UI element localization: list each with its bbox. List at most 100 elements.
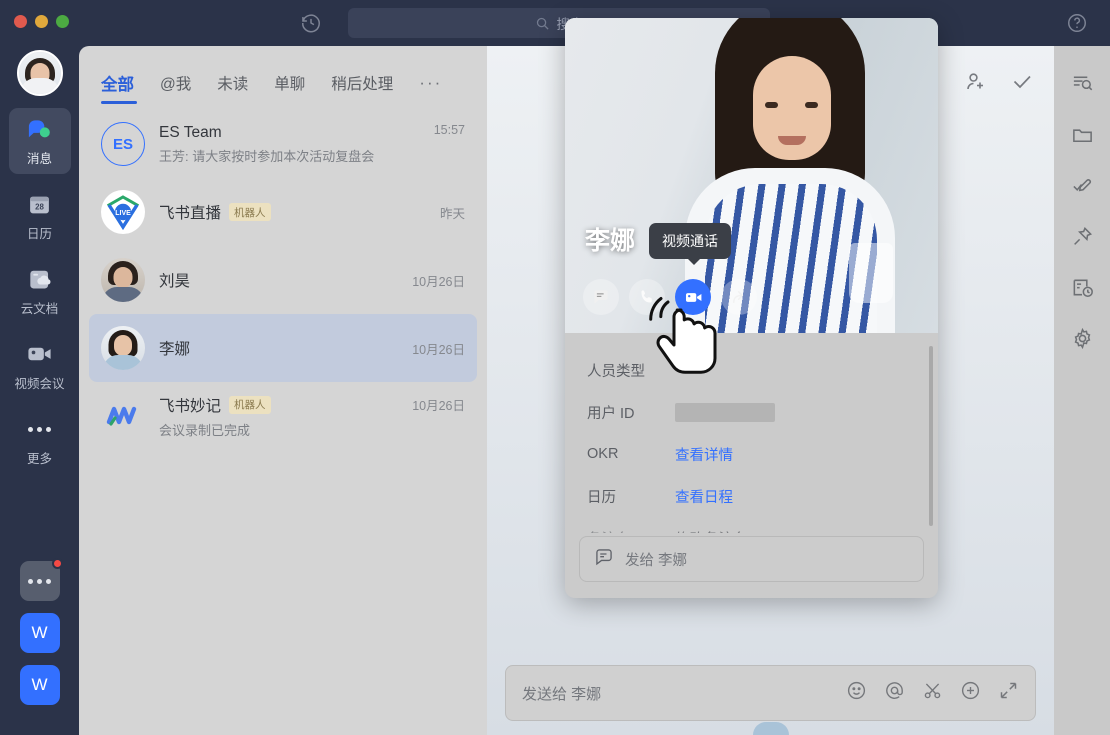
view-schedule-link[interactable]: 查看日程 — [675, 486, 733, 507]
expand-icon[interactable] — [998, 680, 1019, 706]
screenshot-scissors-icon[interactable] — [922, 680, 943, 706]
profile-name: 李娜 — [585, 227, 636, 255]
list-item-body: 刘昊 — [159, 269, 398, 291]
send-placeholder: 发给 李娜 — [625, 552, 688, 569]
list-item-time: 15:57 — [433, 123, 465, 137]
video-call-icon[interactable] — [675, 279, 711, 315]
tab-mentions[interactable]: @我 — [160, 72, 191, 94]
profile-send-message-input[interactable]: 发给 李娜 — [579, 536, 924, 582]
list-item-time: 10月26日 — [412, 342, 465, 357]
list-item[interactable]: ES ES Team 王芳: 请大家按时参加本次活动复盘会 15:57 — [89, 110, 477, 178]
workspace-w-icon[interactable]: W — [19, 665, 60, 705]
workspace-w-icon[interactable]: W — [19, 613, 60, 653]
avatar: LIVE — [101, 190, 145, 234]
tab-later[interactable]: 稍后处理 — [331, 72, 393, 94]
tab-more-filters[interactable]: ··· — [419, 73, 442, 93]
sidebar-item-label: 更多 — [26, 451, 52, 466]
profile-field-nickname: 备注名 修改备注名 — [587, 517, 916, 534]
profile-field-calendar: 日历 查看日程 — [587, 475, 916, 517]
calendar-icon: 28 — [27, 191, 52, 218]
close-window-button[interactable] — [14, 15, 27, 28]
sidebar-item-cloud-docs[interactable]: 云文档 — [9, 258, 71, 324]
video-meeting-icon — [26, 341, 53, 368]
list-item[interactable]: LIVE 飞书直播 机器人 昨天 — [89, 178, 477, 246]
sidebar-item-more[interactable]: 更多 — [9, 408, 71, 474]
tab-all[interactable]: 全部 — [101, 71, 134, 95]
emoji-icon[interactable] — [846, 680, 867, 706]
bot-badge: 机器人 — [229, 395, 271, 414]
list-item-time: 10月26日 — [412, 274, 465, 289]
tooltip: 视频通话 — [649, 223, 731, 265]
avatar — [101, 258, 145, 302]
profile-fields: 人员类型 用户 ID OKR 查看详情 日历 查看日程 备注名 修改备注名 — [565, 333, 938, 533]
composer-placeholder: 发送给 李娜 — [522, 685, 602, 703]
tab-unread[interactable]: 未读 — [217, 72, 248, 94]
tasks-edit-icon[interactable] — [1071, 174, 1094, 202]
settings-gear-icon[interactable] — [1071, 327, 1094, 355]
rail-items: 消息 28 日历 云文档 视频会议 更多 — [0, 108, 79, 483]
app-window: 搜索 — [0, 0, 1110, 735]
maximize-window-button[interactable] — [56, 15, 69, 28]
profile-field-user-id: 用户 ID — [587, 391, 916, 433]
edit-nickname-link[interactable]: 修改备注名 — [675, 528, 748, 534]
list-item-preview: 会议录制已完成 — [159, 422, 251, 438]
help-circle-icon[interactable] — [1066, 12, 1088, 34]
minutes-logo-icon — [106, 406, 137, 426]
field-value-redacted — [675, 402, 775, 422]
message-composer[interactable]: 发送给 李娜 — [505, 665, 1036, 721]
left-navigation-rail: 消息 28 日历 云文档 视频会议 更多 W W — [0, 46, 79, 735]
more-apps-icon[interactable] — [19, 558, 63, 601]
avatar-initials: ES — [112, 135, 133, 153]
history-clock-icon[interactable] — [300, 12, 322, 34]
list-item-title: 刘昊 — [159, 273, 191, 290]
cloud-docs-icon — [27, 266, 52, 293]
folder-icon[interactable] — [1071, 123, 1094, 151]
schedule-history-icon[interactable] — [1071, 276, 1094, 304]
messages-icon — [26, 116, 53, 143]
search-in-chat-icon[interactable] — [1071, 72, 1094, 100]
conversation-list: ES ES Team 王芳: 请大家按时参加本次活动复盘会 15:57 LIVE… — [79, 102, 487, 450]
avatar[interactable] — [487, 46, 1054, 735]
profile-card: 李娜 视频通话 人员类型 用户 ID OKR 查看详情 日历 查看日程 发给 李… — [565, 18, 938, 598]
list-item[interactable]: 刘昊 10月26日 — [89, 246, 477, 314]
profile-photo: 李娜 视频通话 — [565, 18, 938, 333]
message-bubble-icon — [594, 547, 614, 572]
mention-icon[interactable] — [884, 680, 905, 706]
scrollbar[interactable] — [929, 346, 933, 526]
message-bubble-icon[interactable] — [583, 279, 619, 315]
svg-text:LIVE: LIVE — [115, 210, 131, 217]
sidebar-item-label: 日历 — [26, 226, 52, 241]
list-item-title: 飞书妙记 — [159, 397, 222, 415]
sidebar-item-messages[interactable]: 消息 — [8, 108, 71, 174]
view-okr-link[interactable]: 查看详情 — [675, 444, 733, 465]
field-label: 人员类型 — [587, 363, 645, 380]
chat-list-panel: 全部 @我 未读 单聊 稍后处理 ··· ES ES Team 王芳: 请大家按… — [79, 46, 487, 735]
rail-bottom-apps: W W — [0, 558, 79, 717]
field-label: OKR — [587, 446, 619, 462]
live-logo-icon: LIVE — [106, 195, 140, 231]
minimize-window-button[interactable] — [35, 15, 48, 28]
tab-active-indicator — [101, 101, 137, 104]
list-item[interactable]: 飞书妙记 机器人 会议录制已完成 10月26日 — [89, 382, 477, 450]
list-item-body: 飞书妙记 机器人 会议录制已完成 — [159, 394, 398, 439]
plus-circle-icon[interactable] — [960, 680, 981, 706]
avatar — [101, 326, 145, 370]
phone-call-icon[interactable] — [629, 279, 665, 315]
sidebar-item-calendar[interactable]: 28 日历 — [9, 183, 71, 249]
share-contact-icon[interactable] — [721, 279, 757, 315]
title-bar: 搜索 — [0, 0, 1110, 46]
list-item[interactable]: 李娜 10月26日 — [89, 314, 477, 382]
field-label: 用户 ID — [587, 405, 635, 422]
search-icon — [535, 16, 550, 31]
svg-text:28: 28 — [35, 202, 44, 211]
list-item-time: 昨天 — [439, 206, 465, 221]
profile-field-okr: OKR 查看详情 — [587, 433, 916, 475]
tab-single-chat[interactable]: 单聊 — [274, 72, 305, 94]
field-label: 备注名 — [587, 528, 675, 534]
avatar[interactable] — [17, 50, 63, 96]
sidebar-item-video-meeting[interactable]: 视频会议 — [9, 333, 71, 399]
pin-icon[interactable] — [1071, 225, 1094, 253]
list-item-title: 飞书直播 — [159, 205, 222, 222]
more-dots-icon — [28, 416, 51, 443]
list-item-title: 李娜 — [159, 341, 191, 358]
